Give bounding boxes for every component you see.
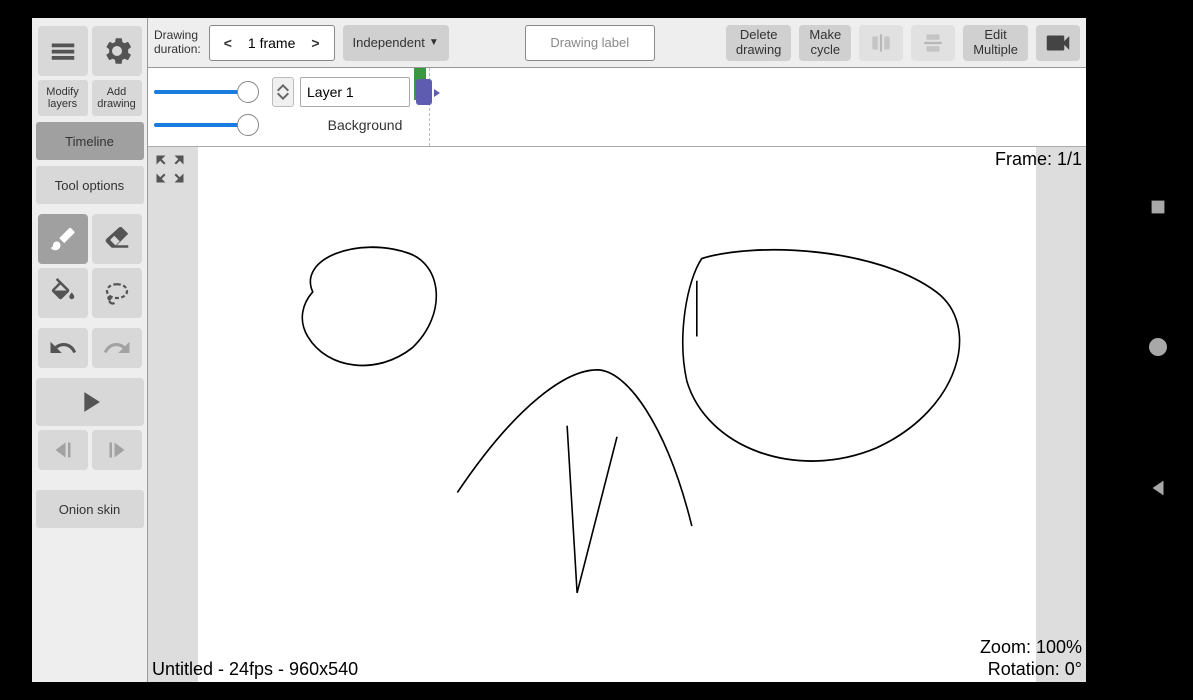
drawing-canvas[interactable] bbox=[198, 147, 1036, 682]
fill-icon bbox=[48, 278, 78, 308]
flip-vertical-button[interactable] bbox=[911, 25, 955, 61]
duration-decrease-button[interactable]: < bbox=[218, 35, 238, 51]
flip-h-icon bbox=[868, 30, 894, 56]
main-area: Drawing duration: < 1 frame > Independen… bbox=[148, 18, 1086, 682]
sidebar: Modify layers Add drawing Timeline Tool … bbox=[32, 18, 148, 682]
brush-tool-button[interactable] bbox=[38, 214, 88, 264]
drawing-label-input[interactable]: Drawing label bbox=[525, 25, 655, 61]
timeline-tab[interactable]: Timeline bbox=[36, 122, 144, 160]
next-key-icon bbox=[102, 435, 132, 465]
camera-icon bbox=[1043, 28, 1073, 58]
redo-icon bbox=[102, 333, 132, 363]
android-nav-bar bbox=[1123, 0, 1193, 700]
background-label: Background bbox=[300, 117, 430, 133]
project-info-text: Untitled - 24fps - 960x540 bbox=[152, 659, 358, 680]
camera-button[interactable] bbox=[1036, 25, 1080, 61]
delete-drawing-button[interactable]: Delete drawing bbox=[726, 25, 792, 61]
chevron-up-icon bbox=[277, 84, 289, 92]
gear-icon bbox=[102, 36, 132, 66]
make-cycle-button[interactable]: Make cycle bbox=[799, 25, 851, 61]
tool-options-tab[interactable]: Tool options bbox=[36, 166, 144, 204]
zoom-text: Zoom: 100% bbox=[980, 637, 1082, 658]
undo-button[interactable] bbox=[38, 328, 88, 368]
nav-back-button[interactable] bbox=[1147, 477, 1169, 504]
redo-button[interactable] bbox=[92, 328, 142, 368]
square-icon bbox=[1147, 196, 1169, 218]
menu-icon bbox=[48, 36, 78, 66]
flip-v-icon bbox=[920, 30, 946, 56]
menu-button[interactable] bbox=[38, 26, 88, 76]
background-layer-row[interactable]: Background bbox=[154, 110, 1086, 140]
flip-horizontal-button[interactable] bbox=[859, 25, 903, 61]
nav-home-button[interactable] bbox=[1146, 335, 1170, 364]
brush-icon bbox=[48, 224, 78, 254]
chevron-down-icon bbox=[277, 92, 289, 100]
onion-skin-button[interactable]: Onion skin bbox=[36, 490, 144, 528]
frame-duration-control[interactable]: < 1 frame > bbox=[209, 25, 335, 61]
expand-icon bbox=[152, 151, 188, 187]
play-icon bbox=[73, 385, 107, 419]
top-toolbar: Drawing duration: < 1 frame > Independen… bbox=[148, 18, 1086, 68]
next-keyframe-button[interactable] bbox=[92, 430, 142, 470]
duration-label: Drawing duration: bbox=[154, 29, 201, 55]
nav-recent-button[interactable] bbox=[1147, 196, 1169, 223]
prev-keyframe-button[interactable] bbox=[38, 430, 88, 470]
lasso-tool-button[interactable] bbox=[92, 268, 142, 318]
lasso-icon bbox=[102, 278, 132, 308]
add-drawing-button[interactable]: Add drawing bbox=[92, 80, 142, 116]
independent-dropdown[interactable]: Independent ▼ bbox=[343, 25, 449, 61]
canvas-viewport[interactable]: Frame: 1/1 Zoom: 100% Rotation: 0° Untit… bbox=[148, 147, 1086, 682]
triangle-back-icon bbox=[1147, 477, 1169, 499]
duration-value: 1 frame bbox=[248, 35, 295, 51]
undo-icon bbox=[48, 333, 78, 363]
layer1-opacity-slider[interactable] bbox=[154, 90, 248, 94]
duration-increase-button[interactable]: > bbox=[305, 35, 325, 51]
circle-icon bbox=[1146, 335, 1170, 359]
timeline-panel: Layer 1 Background bbox=[148, 68, 1086, 147]
layer-reorder-button[interactable] bbox=[272, 77, 294, 107]
eraser-tool-button[interactable] bbox=[92, 214, 142, 264]
modify-layers-button[interactable]: Modify layers bbox=[38, 80, 88, 116]
edit-multiple-button[interactable]: Edit Multiple bbox=[963, 25, 1028, 61]
fill-tool-button[interactable] bbox=[38, 268, 88, 318]
background-opacity-slider[interactable] bbox=[154, 123, 248, 127]
independent-label: Independent bbox=[353, 35, 425, 50]
user-drawing bbox=[198, 147, 1036, 682]
play-button[interactable] bbox=[36, 378, 144, 426]
layer1-frame-clip[interactable] bbox=[416, 79, 432, 105]
chevron-down-icon: ▼ bbox=[429, 37, 439, 48]
layer1-name-input[interactable]: Layer 1 bbox=[300, 77, 410, 107]
fullscreen-toggle-button[interactable] bbox=[152, 151, 188, 187]
frame-counter-text: Frame: 1/1 bbox=[995, 149, 1082, 170]
prev-key-icon bbox=[48, 435, 78, 465]
rotation-text: Rotation: 0° bbox=[988, 659, 1082, 680]
settings-button[interactable] bbox=[92, 26, 142, 76]
layer-row-1[interactable]: Layer 1 bbox=[154, 74, 1086, 110]
eraser-icon bbox=[102, 224, 132, 254]
